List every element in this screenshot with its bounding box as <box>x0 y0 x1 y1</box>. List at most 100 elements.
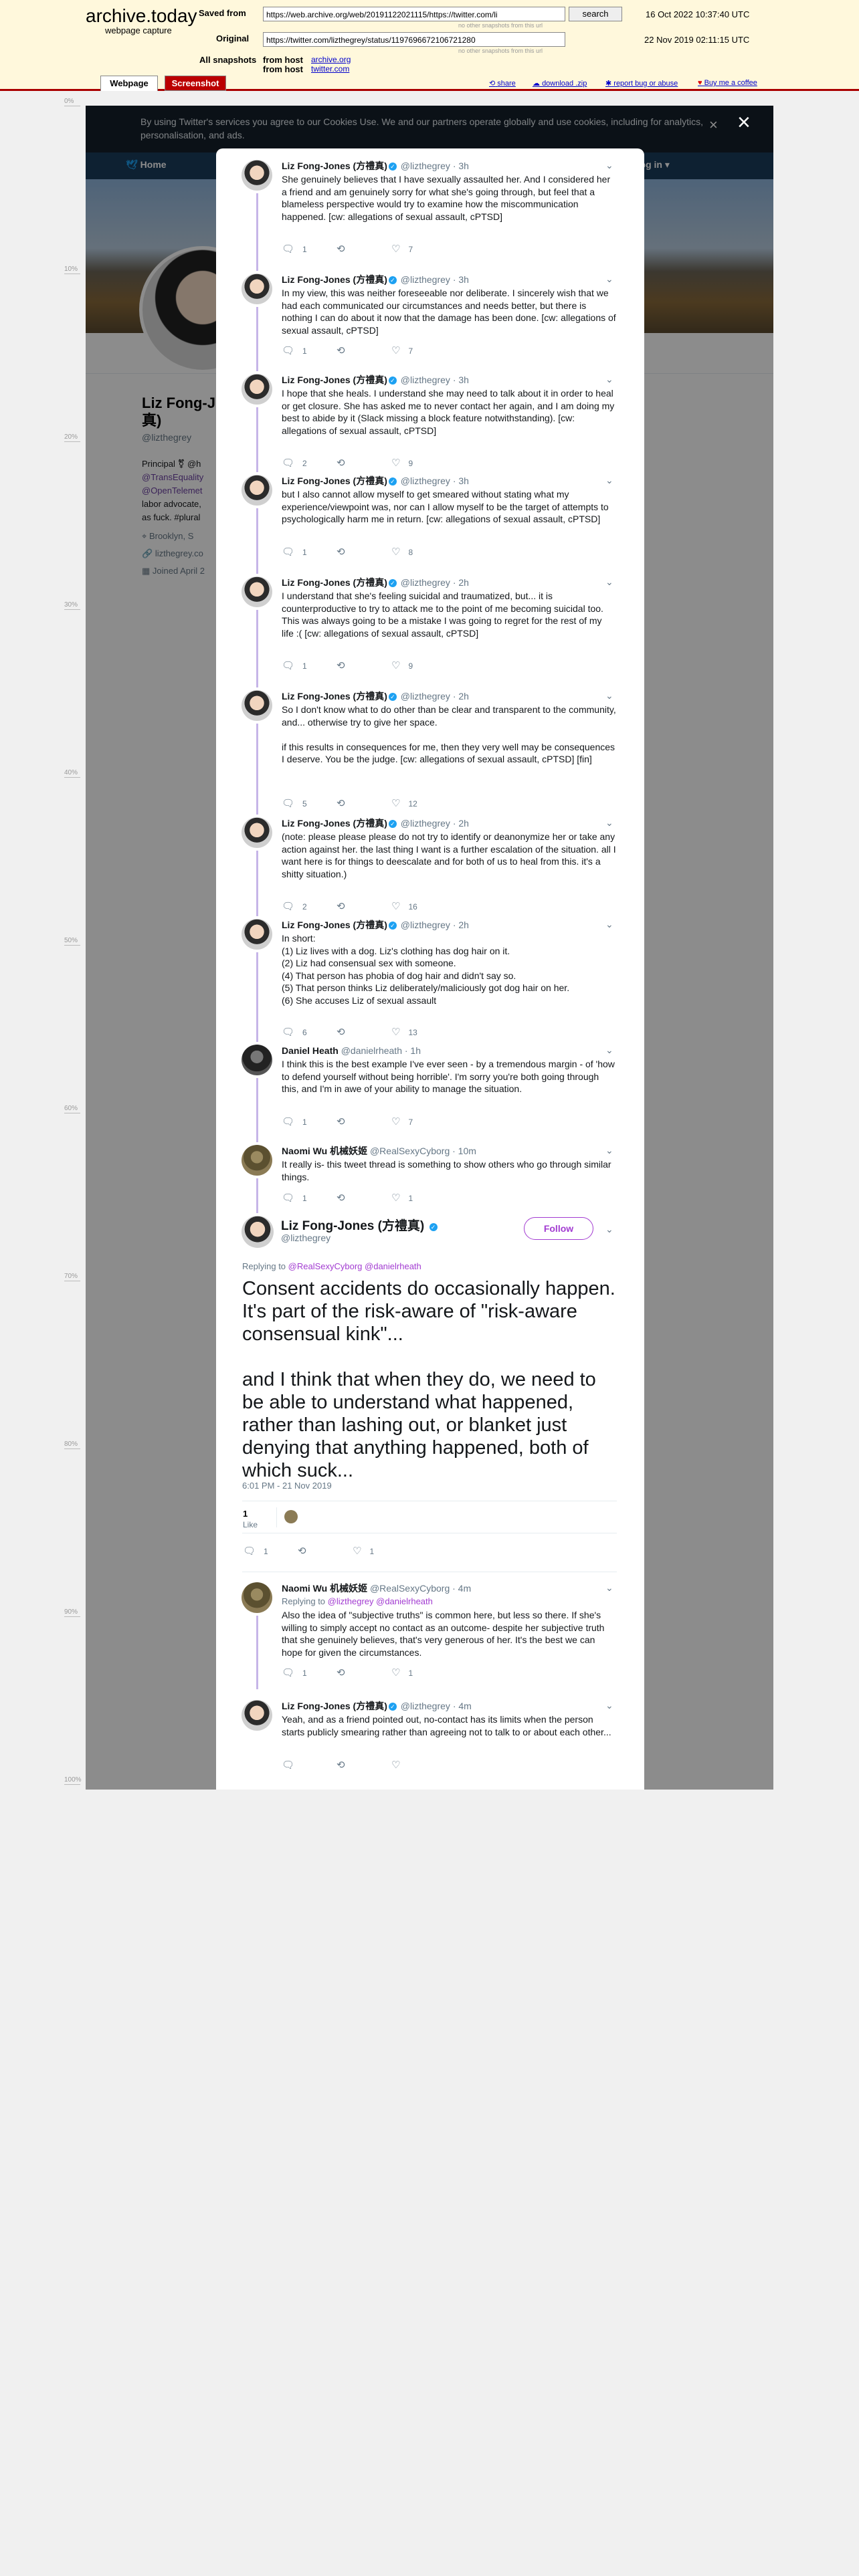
retweet-button[interactable]: ⟲ <box>337 1192 353 1204</box>
tweet-time[interactable]: · 2h <box>453 818 469 829</box>
follow-button[interactable]: Follow <box>524 1217 593 1240</box>
report-bug-link[interactable]: ✱ report bug or abuse <box>605 79 678 88</box>
reply-button[interactable]: 🗨 5 <box>282 797 307 809</box>
avatar[interactable] <box>242 817 272 848</box>
avatar[interactable] <box>242 274 272 304</box>
author-name[interactable]: Liz Fong-Jones (方禮真) <box>282 920 387 930</box>
reply-button[interactable]: 🗨 1 <box>282 659 307 671</box>
author-name[interactable]: Liz Fong-Jones (方禮真) <box>282 1701 387 1711</box>
like-button[interactable]: ♡ 7 <box>391 344 413 356</box>
author-handle[interactable]: @lizthegrey <box>401 160 450 171</box>
close-icon[interactable]: × <box>737 111 751 134</box>
author-name[interactable]: Liz Fong-Jones (方禮真) <box>282 160 387 171</box>
chevron-down-icon[interactable]: ⌄ <box>605 576 613 588</box>
tweet-time[interactable]: · 2h <box>453 577 469 588</box>
reply-button[interactable]: 🗨 2 <box>282 900 307 912</box>
author-name[interactable]: Liz Fong-Jones (方禮真) <box>282 274 387 285</box>
tweet-time[interactable]: · 3h <box>453 160 469 171</box>
like-button[interactable]: ♡ 9 <box>391 457 413 469</box>
author-handle[interactable]: @lizthegrey <box>401 691 450 702</box>
like-button[interactable]: ♡ <box>391 1759 408 1771</box>
retweet-button[interactable]: ⟲ <box>337 1026 353 1038</box>
chevron-down-icon[interactable]: ⌄ <box>605 274 613 285</box>
chevron-down-icon[interactable]: ⌄ <box>605 690 613 702</box>
author-handle[interactable]: @lizthegrey <box>401 1701 450 1711</box>
retweet-button[interactable]: ⟲ <box>337 797 353 809</box>
retweet-button[interactable]: ⟲ <box>337 1667 353 1679</box>
replying-to-links[interactable]: @lizthegrey @danielrheath <box>328 1596 433 1606</box>
retweet-button[interactable]: ⟲ <box>337 1759 353 1771</box>
buy-coffee-link[interactable]: ♥ Buy me a coffee <box>698 79 757 87</box>
reply-button[interactable]: 🗨 1 <box>282 546 307 558</box>
like-button[interactable]: ♡ 16 <box>391 900 417 912</box>
reply-button[interactable]: 🗨 1 <box>282 1192 307 1204</box>
like-button[interactable]: ♡ 1 <box>353 1545 374 1557</box>
reply-button[interactable]: 🗨 1 <box>282 1115 307 1128</box>
reply-button[interactable]: 🗨 1 <box>282 243 307 255</box>
author-handle[interactable]: @lizthegrey <box>401 577 450 588</box>
chevron-down-icon[interactable]: ⌄ <box>605 374 613 385</box>
author-name[interactable]: Naomi Wu 机械妖姬 <box>282 1583 367 1594</box>
avatar[interactable] <box>242 576 272 607</box>
tweet-time[interactable]: · 3h <box>453 374 469 385</box>
like-button[interactable]: ♡ 7 <box>391 243 413 255</box>
like-button[interactable]: ♡ 7 <box>391 1115 413 1128</box>
like-button[interactable]: ♡ 9 <box>391 659 413 671</box>
chevron-down-icon[interactable]: ⌄ <box>605 919 613 930</box>
tweet-time[interactable]: · 3h <box>453 274 469 285</box>
avatar[interactable] <box>242 374 272 405</box>
author-handle[interactable]: @RealSexyCyborg <box>370 1583 450 1594</box>
original-url-input[interactable]: https://twitter.com/lizthegrey/status/11… <box>263 32 565 47</box>
author-handle[interactable]: @RealSexyCyborg <box>370 1146 450 1156</box>
retweet-button[interactable]: ⟲ <box>337 546 353 558</box>
chevron-down-icon[interactable]: ⌄ <box>605 160 613 171</box>
tweet-time[interactable]: · 2h <box>453 920 469 930</box>
reply-button[interactable]: 🗨 6 <box>282 1026 307 1038</box>
author-handle[interactable]: @lizthegrey <box>401 374 450 385</box>
chevron-down-icon[interactable]: ⌄ <box>605 1145 613 1156</box>
author-handle[interactable]: @lizthegrey <box>401 818 450 829</box>
replying-to-links[interactable]: @RealSexyCyborg @danielrheath <box>288 1261 421 1271</box>
focus-timestamp[interactable]: 6:01 PM - 21 Nov 2019 <box>242 1481 332 1491</box>
avatar[interactable] <box>242 475 272 506</box>
author-name[interactable]: Liz Fong-Jones (方禮真) <box>282 475 387 486</box>
focus-author-name[interactable]: Liz Fong-Jones (方禮真) ✓ <box>281 1216 439 1234</box>
like-button[interactable]: ♡ 13 <box>391 1026 417 1038</box>
tab-screenshot[interactable]: Screenshot <box>165 76 226 91</box>
tweet-time[interactable]: · 1h <box>405 1045 421 1056</box>
chevron-down-icon[interactable]: ⌄ <box>605 1045 613 1056</box>
like-count[interactable]: 1 <box>243 1509 248 1519</box>
author-handle[interactable]: @lizthegrey <box>401 475 450 486</box>
author-handle[interactable]: @lizthegrey <box>401 920 450 930</box>
retweet-button[interactable]: ⟲ <box>337 659 353 671</box>
author-name[interactable]: Daniel Heath <box>282 1045 339 1056</box>
host-link-archive-org[interactable]: archive.org <box>311 55 351 64</box>
search-button[interactable]: search <box>569 7 622 21</box>
retweet-button[interactable]: ⟲ <box>337 900 353 912</box>
tweet-time[interactable]: · 3h <box>453 475 469 486</box>
author-handle[interactable]: @lizthegrey <box>401 274 450 285</box>
like-button[interactable]: ♡ 1 <box>391 1192 413 1204</box>
reply-button[interactable]: 🗨 <box>282 1759 302 1771</box>
tweet-time[interactable]: · 4m <box>452 1583 471 1594</box>
author-name[interactable]: Liz Fong-Jones (方禮真) <box>282 691 387 702</box>
liker-avatar[interactable] <box>284 1510 298 1523</box>
retweet-button[interactable]: ⟲ <box>337 344 353 356</box>
reply-button[interactable]: 🗨 1 <box>282 1667 307 1679</box>
chevron-down-icon[interactable]: ⌄ <box>605 1224 613 1235</box>
chevron-down-icon[interactable]: ⌄ <box>605 817 613 829</box>
author-name[interactable]: Liz Fong-Jones (方禮真) <box>282 818 387 829</box>
like-button[interactable]: ♡ 12 <box>391 797 417 809</box>
like-button[interactable]: ♡ 1 <box>391 1667 413 1679</box>
avatar[interactable] <box>242 1045 272 1075</box>
author-name[interactable]: Naomi Wu 机械妖姬 <box>282 1146 367 1156</box>
avatar[interactable] <box>242 1145 272 1176</box>
reply-button[interactable]: 🗨 1 <box>282 344 307 356</box>
retweet-button[interactable]: ⟲ <box>337 1115 353 1128</box>
share-link[interactable]: ⟲ share <box>489 79 516 88</box>
chevron-down-icon[interactable]: ⌄ <box>605 1582 613 1594</box>
tweet-time[interactable]: · 10m <box>452 1146 476 1156</box>
avatar[interactable] <box>242 160 272 191</box>
focus-author-handle[interactable]: @lizthegrey <box>281 1232 330 1243</box>
like-button[interactable]: ♡ 8 <box>391 546 413 558</box>
